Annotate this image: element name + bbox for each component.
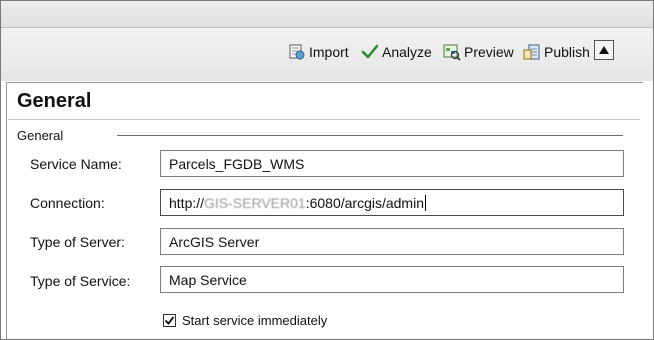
checkmark-icon <box>361 43 379 61</box>
publish-label: Publish <box>544 44 590 60</box>
start-immediately-label: Start service immediately <box>182 313 328 328</box>
page-title: General <box>17 90 92 112</box>
preview-icon <box>443 43 461 61</box>
publish-icon <box>523 43 541 61</box>
connection-label: Connection: <box>30 195 105 211</box>
text-caret <box>425 194 426 211</box>
service-type-field[interactable]: Map Service <box>160 266 624 293</box>
publish-button[interactable]: Publish <box>523 42 590 62</box>
analyze-label: Analyze <box>382 44 432 60</box>
connection-host: GIS-SERVER01 <box>204 194 306 211</box>
service-type-value: Map Service <box>169 271 247 288</box>
group-label: General <box>17 128 64 143</box>
server-type-field[interactable]: ArcGIS Server <box>160 228 624 255</box>
preview-label: Preview <box>464 44 514 60</box>
analyze-button[interactable]: Analyze <box>361 42 432 62</box>
collapse-toolbar-button[interactable] <box>594 40 614 60</box>
preview-button[interactable]: Preview <box>443 42 514 62</box>
service-type-label: Type of Service: <box>30 273 131 289</box>
start-immediately-row[interactable]: Start service immediately <box>163 313 327 328</box>
title-strip <box>1 1 653 28</box>
check-icon <box>164 316 175 325</box>
collapse-up-icon <box>599 41 609 59</box>
import-button[interactable]: Import <box>288 42 349 62</box>
server-type-value: ArcGIS Server <box>169 233 260 250</box>
service-name-label: Service Name: <box>30 156 122 172</box>
connection-suffix: :6080/arcgis/admin <box>305 194 424 211</box>
start-immediately-checkbox[interactable] <box>163 314 176 327</box>
heading-divider <box>8 119 640 120</box>
group-divider <box>117 135 623 136</box>
service-name-field[interactable]: Parcels_FGDB_WMS <box>160 150 624 177</box>
import-label: Import <box>309 44 349 60</box>
connection-field[interactable]: http://GIS-SERVER01:6080/arcgis/admin <box>160 189 624 216</box>
server-type-label: Type of Server: <box>30 234 125 250</box>
connection-prefix: http:// <box>169 194 205 211</box>
service-name-value: Parcels_FGDB_WMS <box>169 155 305 172</box>
import-icon <box>288 43 306 61</box>
